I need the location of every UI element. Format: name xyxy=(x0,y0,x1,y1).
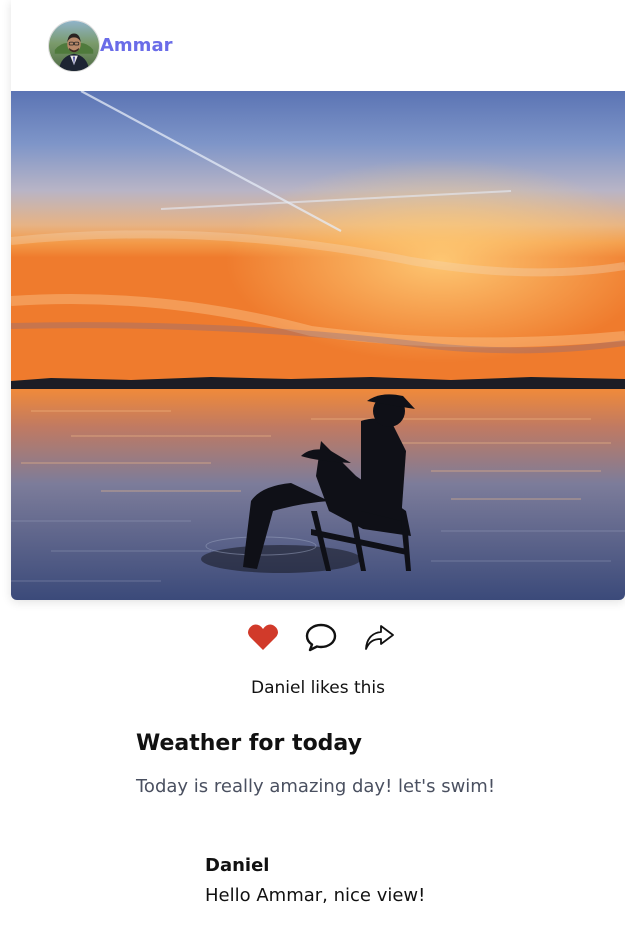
heart-icon xyxy=(247,624,279,650)
share-button[interactable] xyxy=(362,620,396,654)
share-arrow-icon xyxy=(365,625,394,650)
likes-summary: Daniel likes this xyxy=(250,678,386,698)
comment-author[interactable]: Daniel xyxy=(205,855,605,876)
comment-text: Hello Ammar, nice view! xyxy=(205,885,426,906)
comment-item: Daniel Hello Ammar, nice view! xyxy=(205,855,605,906)
post-title: Weather for today xyxy=(136,731,362,756)
speech-bubble-icon xyxy=(305,623,337,652)
post-body: Today is really amazing day! let's swim! xyxy=(136,776,496,797)
author-name[interactable]: Ammar xyxy=(100,35,172,56)
like-button[interactable] xyxy=(246,620,280,654)
post-image xyxy=(11,91,625,600)
comment-button[interactable] xyxy=(304,620,338,654)
author-avatar[interactable] xyxy=(48,19,100,72)
post-actions xyxy=(246,619,406,655)
post-card: Ammar xyxy=(11,0,625,600)
post-header: Ammar xyxy=(11,0,625,91)
